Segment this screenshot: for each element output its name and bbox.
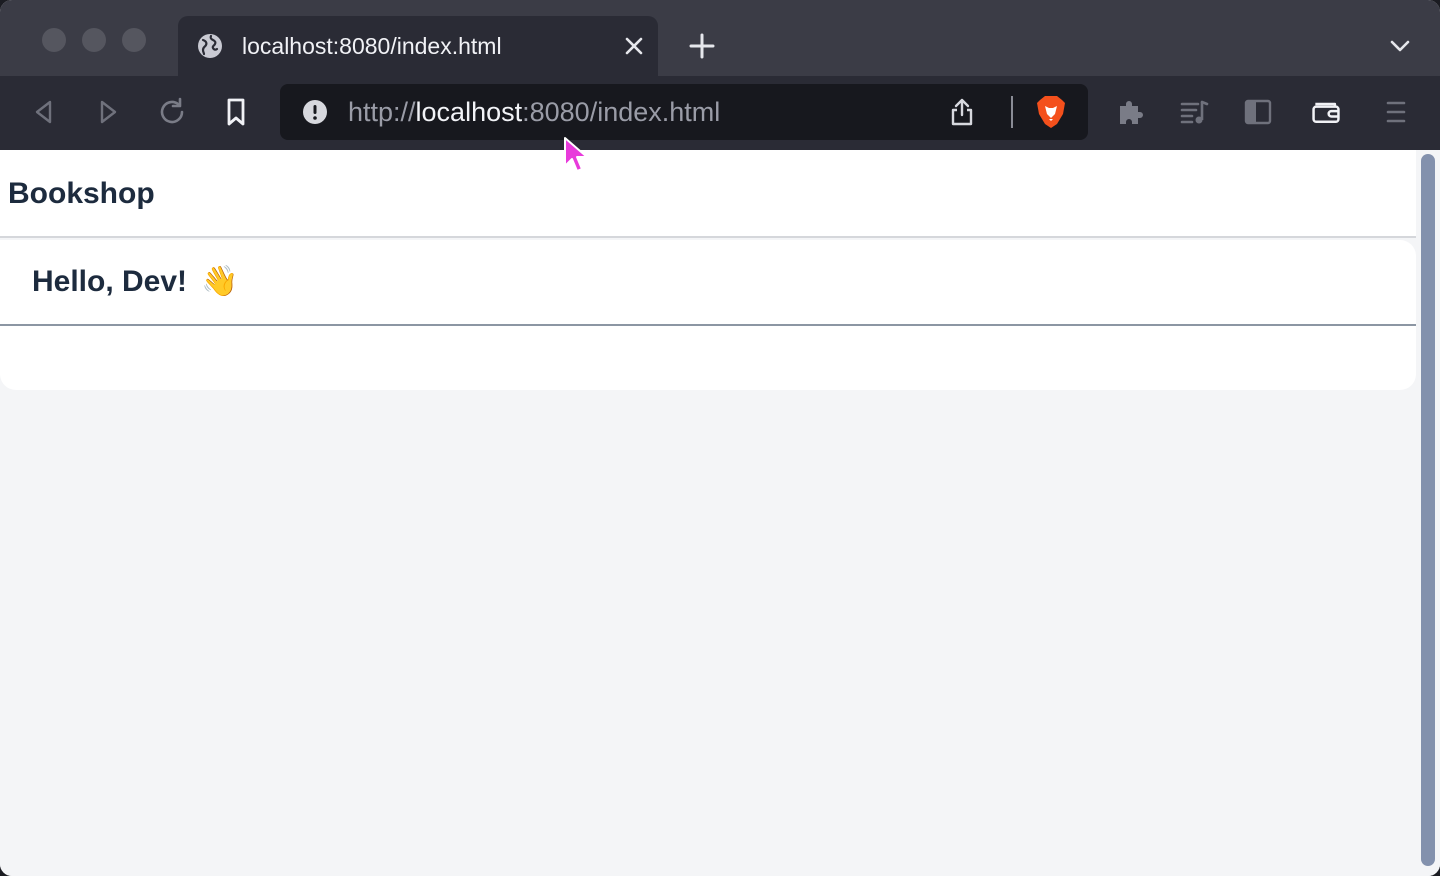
- share-icon[interactable]: [948, 97, 976, 127]
- sidebar-toggle-button[interactable]: [1242, 96, 1274, 128]
- url-divider: [1011, 96, 1013, 128]
- playlist-icon: [1180, 100, 1209, 124]
- browser-tab[interactable]: localhost:8080/index.html: [178, 16, 658, 76]
- reload-button[interactable]: [156, 96, 188, 128]
- reload-icon: [160, 97, 184, 124]
- url-host: localhost: [415, 97, 523, 127]
- forward-arrow-icon: [100, 100, 117, 124]
- tab-title: localhost:8080/index.html: [242, 33, 502, 59]
- scrollbar-thumb[interactable]: [1421, 154, 1435, 866]
- forward-button[interactable]: [92, 96, 124, 128]
- greeting-card: Hello, Dev! 👋: [0, 240, 1416, 390]
- extensions-button[interactable]: [1114, 96, 1146, 128]
- sidebar-icon: [1244, 99, 1272, 125]
- app-header: Bookshop: [0, 150, 1416, 238]
- info-icon[interactable]: [302, 99, 328, 125]
- app-title: Bookshop: [8, 177, 155, 210]
- puzzle-icon: [1120, 101, 1143, 124]
- back-button[interactable]: [28, 96, 60, 128]
- new-tab-icon[interactable]: [688, 32, 716, 60]
- greeting-heading: Hello, Dev! 👋: [32, 264, 239, 300]
- globe-icon: [198, 34, 222, 58]
- url-text[interactable]: http://localhost:8080/index.html: [348, 97, 720, 127]
- brave-shields-icon[interactable]: [1033, 94, 1069, 130]
- tab-strip: localhost:8080/index.html: [0, 0, 1440, 76]
- wallet-button[interactable]: [1310, 96, 1342, 128]
- back-arrow-icon: [35, 100, 52, 124]
- wallet-icon: [1312, 102, 1340, 124]
- card-header: Hello, Dev! 👋: [0, 240, 1416, 326]
- bookmark-icon: [227, 98, 245, 126]
- window-close-button[interactable]: [42, 28, 66, 52]
- greeting-text: Hello, Dev!: [32, 265, 188, 298]
- hamburger-menu-icon: [1386, 101, 1406, 123]
- bookmark-button[interactable]: [220, 96, 252, 128]
- url-scheme: http://: [348, 97, 416, 127]
- window-maximize-button[interactable]: [122, 28, 146, 52]
- mouse-cursor-icon: [564, 137, 588, 172]
- window-minimize-button[interactable]: [82, 28, 106, 52]
- main-menu-button[interactable]: [1380, 96, 1412, 128]
- page-viewport: Bookshop Hello, Dev! 👋: [0, 150, 1440, 876]
- close-icon[interactable]: [622, 34, 646, 58]
- waving-hand-icon: 👋: [201, 265, 239, 298]
- browser-window: localhost:8080/index.html http://localho…: [0, 0, 1440, 876]
- browser-toolbar: http://localhost:8080/index.html: [0, 76, 1440, 150]
- url-path: :8080/index.html: [522, 97, 721, 127]
- address-bar[interactable]: http://localhost:8080/index.html: [280, 84, 1088, 140]
- playlist-button[interactable]: [1178, 96, 1210, 128]
- chevron-down-icon[interactable]: [1388, 34, 1412, 58]
